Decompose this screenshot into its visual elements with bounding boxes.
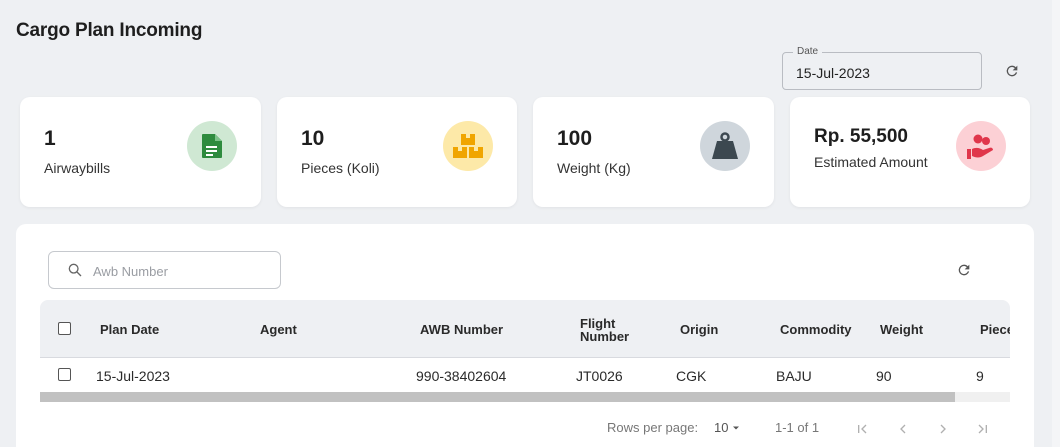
last-page-button[interactable] xyxy=(974,420,992,438)
rows-per-page-value: 10 xyxy=(714,420,729,435)
table-header: Plan Date Agent AWB Number Flight Number… xyxy=(40,300,1010,358)
column-header-awb-number[interactable]: AWB Number xyxy=(420,323,503,336)
first-page-button[interactable] xyxy=(853,420,871,438)
cell-commodity: BAJU xyxy=(776,368,812,384)
scrollbar-thumb[interactable] xyxy=(40,392,955,402)
last-page-icon xyxy=(978,424,987,434)
cell-flight-number: JT0026 xyxy=(576,368,623,384)
weight-card: 100 Weight (Kg) xyxy=(533,97,774,207)
refresh-icon xyxy=(958,264,970,276)
weight-label: Weight (Kg) xyxy=(557,160,631,176)
select-all-checkbox[interactable] xyxy=(58,322,71,335)
window-edge xyxy=(1052,0,1060,447)
cell-origin: CGK xyxy=(676,368,707,384)
cell-awb-number: 990-38402604 xyxy=(416,368,507,384)
column-header-flight-number[interactable]: Flight Number xyxy=(580,317,640,343)
rows-per-page-label: Rows per page: xyxy=(607,420,699,435)
search-box[interactable] xyxy=(48,251,281,289)
column-header-agent[interactable]: Agent xyxy=(260,323,297,336)
refresh-table-button[interactable] xyxy=(952,258,976,282)
chevron-right-icon xyxy=(940,424,946,434)
search-icon xyxy=(68,263,82,277)
chevron-left-icon xyxy=(900,424,906,434)
estimated-amount-value: Rp. 55,500 xyxy=(814,126,908,147)
column-header-commodity[interactable]: Commodity xyxy=(780,323,852,336)
money-hand-icon xyxy=(956,121,1006,171)
weight-count: 100 xyxy=(557,127,593,150)
boxes-icon xyxy=(443,121,493,171)
refresh-icon xyxy=(1006,65,1018,77)
rows-per-page-select[interactable]: 10 xyxy=(714,420,742,435)
row-checkbox[interactable] xyxy=(58,368,71,381)
next-page-button[interactable] xyxy=(934,420,952,438)
horizontal-scrollbar[interactable] xyxy=(40,392,1010,402)
date-field-label: Date xyxy=(793,46,823,57)
column-header-origin[interactable]: Origin xyxy=(680,323,718,336)
cell-plan-date: 15-Jul-2023 xyxy=(96,368,170,384)
column-header-weight[interactable]: Weight xyxy=(880,323,923,336)
cell-weight: 90 xyxy=(876,368,892,384)
pieces-label: Pieces (Koli) xyxy=(301,160,380,176)
date-field-value[interactable]: 15-Jul-2023 xyxy=(796,65,870,81)
column-header-plan-date[interactable]: Plan Date xyxy=(100,323,159,336)
previous-page-button[interactable] xyxy=(894,420,912,438)
cell-pieces: 9 xyxy=(976,368,984,384)
airwaybills-label: Airwaybills xyxy=(44,160,111,176)
table-row[interactable]: 15-Jul-2023 990-38402604 JT0026 CGK BAJU… xyxy=(40,359,1010,391)
data-table: Plan Date Agent AWB Number Flight Number… xyxy=(40,300,1010,402)
date-field[interactable]: Date 15-Jul-2023 xyxy=(782,46,982,90)
airwaybills-count: 1 xyxy=(44,127,56,150)
page-title: Cargo Plan Incoming xyxy=(16,20,203,41)
column-header-pieces[interactable]: Pieces xyxy=(980,323,1010,336)
pieces-card: 10 Pieces (Koli) xyxy=(277,97,517,207)
weight-icon xyxy=(700,121,750,171)
estimated-amount-label: Estimated Amount xyxy=(814,154,928,170)
chevron-down-icon xyxy=(733,426,740,429)
document-icon xyxy=(187,121,237,171)
refresh-summary-button[interactable] xyxy=(1000,59,1024,83)
pagination-range: 1-1 of 1 xyxy=(775,420,820,435)
airwaybills-card: 1 Airwaybills xyxy=(20,97,261,207)
search-input[interactable] xyxy=(93,260,273,282)
pieces-count: 10 xyxy=(301,127,325,150)
estimated-amount-card: Rp. 55,500 Estimated Amount xyxy=(790,97,1030,207)
first-page-icon xyxy=(858,424,867,434)
